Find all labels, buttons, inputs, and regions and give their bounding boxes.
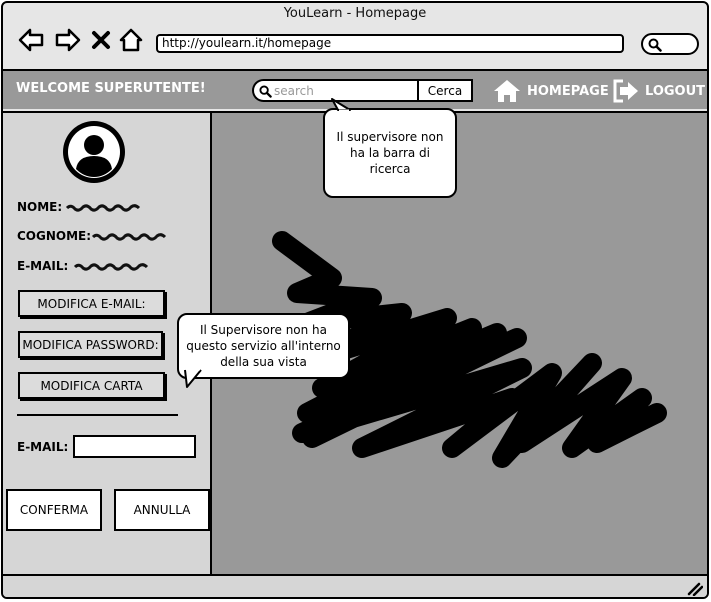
sidebar-divider — [17, 414, 178, 416]
nome-label: NOME: — [17, 200, 63, 214]
welcome-text: WELCOME SUPERUTENTE! — [16, 81, 206, 96]
search-icon — [259, 85, 272, 98]
search-note-callout: Il supervisore non ha la barra di ricerc… — [323, 108, 457, 198]
cognome-label: COGNOME: — [17, 229, 92, 243]
service-note-pointer — [184, 369, 202, 388]
status-bar — [3, 574, 707, 597]
user-avatar-icon — [61, 119, 127, 185]
modifica-carta-button[interactable]: MODIFICA CARTA — [18, 372, 165, 399]
homepage-link[interactable]: HOMEPAGE — [492, 78, 609, 104]
resize-grip-icon[interactable] — [687, 582, 703, 596]
browser-window: YouLearn - Homepage http://youlearn.it/h… — [1, 1, 709, 599]
email-label: E-MAIL: — [17, 259, 69, 273]
logout-label: LOGOUT — [645, 83, 706, 99]
annulla-button[interactable]: ANNULLA — [114, 489, 210, 531]
search-icon — [648, 38, 662, 52]
logout-icon — [613, 79, 638, 103]
modifica-email-button[interactable]: MODIFICA E-MAIL: — [18, 290, 165, 317]
search-note-text: Il supervisore non ha la barra di ricerc… — [336, 130, 444, 176]
window-title: YouLearn - Homepage — [283, 6, 427, 21]
home-icon — [494, 80, 520, 102]
logout-link[interactable]: LOGOUT — [612, 78, 705, 104]
url-bar[interactable]: http://youlearn.it/homepage — [156, 34, 624, 53]
modifica-password-button[interactable]: MODIFICA PASSWORD: — [18, 331, 163, 358]
browser-search-field[interactable] — [641, 33, 699, 55]
redacted-nome — [65, 204, 141, 212]
email-field-label: E-MAIL: — [17, 440, 69, 454]
email-field[interactable] — [73, 435, 196, 458]
redacted-email — [73, 263, 149, 271]
arrow-right-icon[interactable] — [54, 25, 82, 55]
app-header: WELCOME SUPERUTENTE! Cerca HOMEPAGE LOGO… — [3, 71, 707, 109]
search-note-pointer — [331, 98, 351, 112]
conferma-button[interactable]: CONFERMA — [6, 489, 102, 531]
redacted-cognome — [91, 233, 167, 241]
search-button[interactable]: Cerca — [417, 79, 473, 102]
service-note-text: Il Supervisore non ha questo servizio al… — [186, 323, 341, 369]
home-icon[interactable] — [118, 25, 144, 55]
arrow-left-icon[interactable] — [17, 25, 45, 55]
homepage-label: HOMEPAGE — [527, 83, 609, 99]
search-input[interactable] — [274, 83, 414, 99]
close-icon[interactable] — [90, 25, 112, 55]
